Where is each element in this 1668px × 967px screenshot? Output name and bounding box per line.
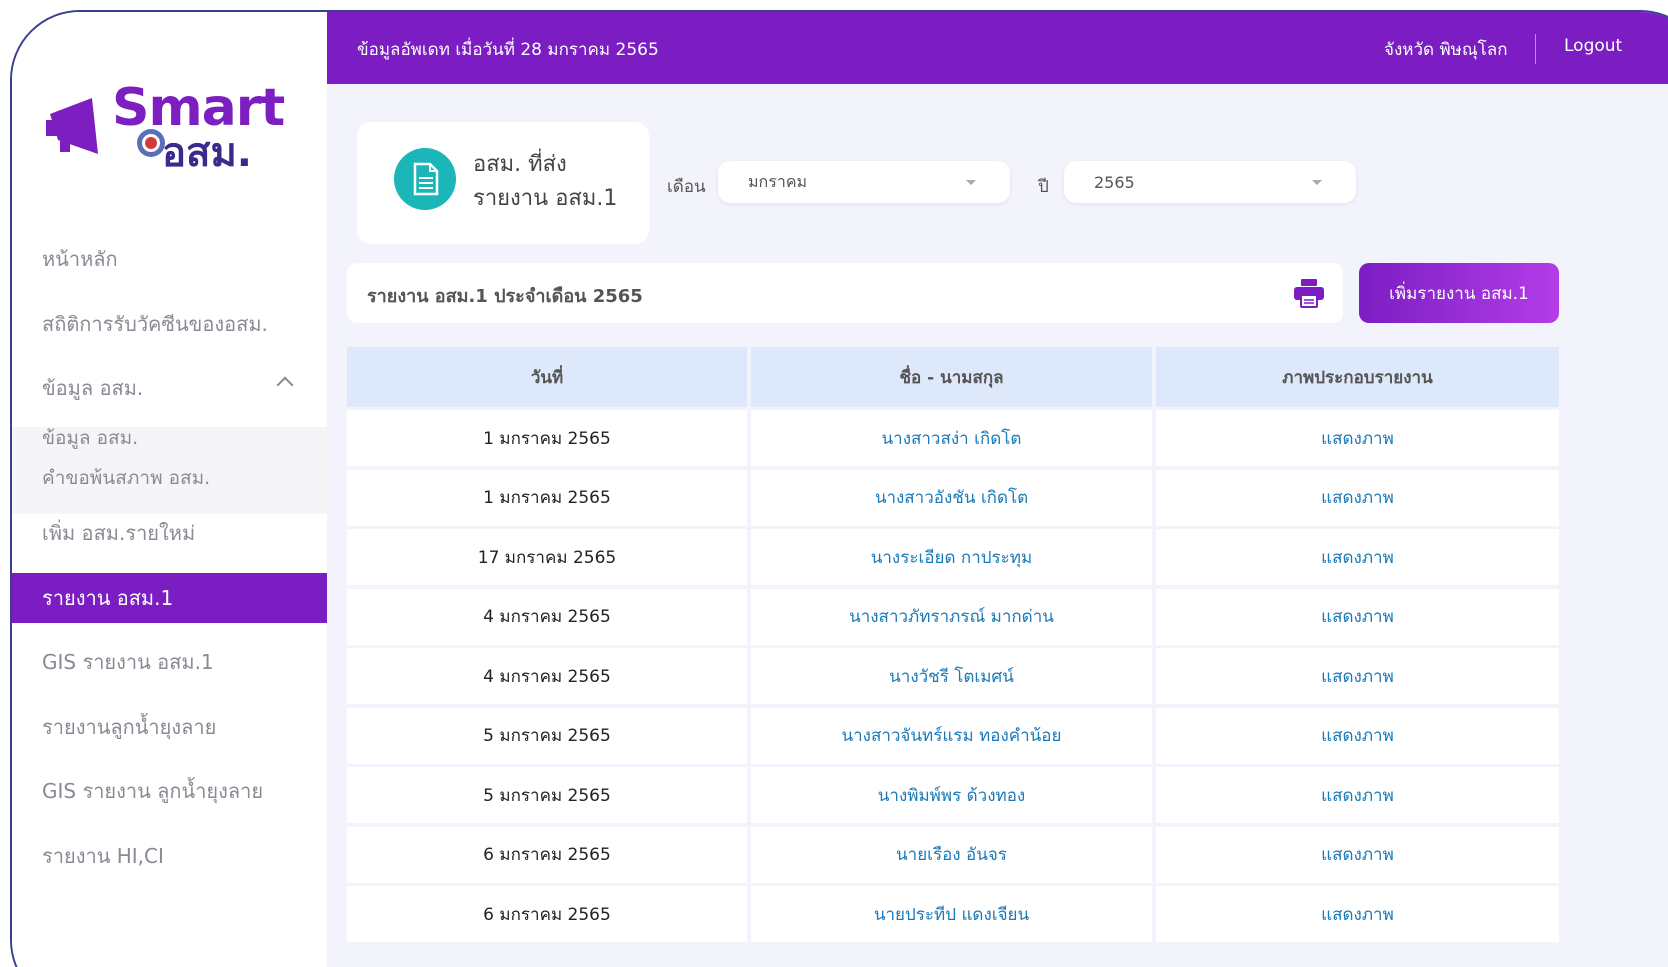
date-cell: 4 มกราคม 2565	[347, 588, 747, 645]
table-header: วันที่ ชื่อ - นามสกุล ภาพประกอบรายงาน	[347, 347, 1559, 407]
update-text: ข้อมูลอัพเดท เมื่อวันที่ 28 มกราคม 2565	[357, 40, 659, 60]
name-link[interactable]: นางระเอียด กาประทุม	[751, 529, 1152, 585]
table-row: 1 มกราคม 2565 นางสาวอังชัน เกิดโต แสดงภาพ	[347, 469, 1559, 526]
sidebar-item-add-osm[interactable]: เพิ่ม อสม.รายใหม่	[12, 508, 327, 558]
logout-link[interactable]: Logout	[1564, 36, 1622, 56]
column-header-image: ภาพประกอบรายงาน	[1156, 347, 1559, 407]
name-link[interactable]: นางสาวสง่า เกิดโต	[751, 410, 1152, 466]
name-link[interactable]: นางวัชรี โตเมศน์	[751, 648, 1152, 704]
name-link[interactable]: นางสาวจันทร์แรม ทองคำน้อย	[751, 707, 1152, 764]
name-link[interactable]: นางพิมพ์พร ด้วงทอง	[751, 767, 1152, 823]
show-image-link[interactable]: แสดงภาพ	[1156, 529, 1559, 585]
month-label: เดือน	[667, 177, 706, 197]
show-image-link[interactable]: แสดงภาพ	[1156, 707, 1559, 764]
summary-card: อสม. ที่ส่ง รายงาน อสม.1	[357, 122, 649, 244]
show-image-link[interactable]: แสดงภาพ	[1156, 767, 1559, 823]
report-title: รายงาน อสม.1 ประจำเดือน 2565	[367, 286, 643, 307]
card-title: อสม. ที่ส่ง รายงาน อสม.1	[473, 148, 643, 216]
table-row: 5 มกราคม 2565 นางสาวจันทร์แรม ทองคำน้อย แส…	[347, 707, 1559, 764]
column-header-name: ชื่อ - นามสกุล	[751, 347, 1152, 407]
document-icon	[394, 148, 456, 210]
add-report-button[interactable]: เพิ่มรายงาน อสม.1	[1359, 263, 1559, 323]
province-label[interactable]: จังหวัด พิษณุโลก	[1384, 36, 1507, 63]
sidebar: Smart อสม. หน้าหลัก สถิติการรับวัคซีนของ…	[12, 12, 327, 967]
sidebar-item-vaccine-stats[interactable]: สถิติการรับวัคซีนของอสม.	[12, 299, 327, 349]
name-link[interactable]: นางสาวภัทราภรณ์ มากด่าน	[751, 588, 1152, 645]
name-link[interactable]: นายประทีป แดงเจียน	[751, 886, 1152, 942]
show-image-link[interactable]: แสดงภาพ	[1156, 826, 1559, 883]
date-cell: 6 มกราคม 2565	[347, 886, 747, 942]
date-cell: 1 มกราคม 2565	[347, 469, 747, 526]
divider	[1535, 34, 1536, 64]
table-row: 5 มกราคม 2565 นางพิมพ์พร ด้วงทอง แสดงภาพ	[347, 767, 1559, 823]
card-title-line1: อสม. ที่ส่ง	[473, 152, 567, 177]
table-row: 4 มกราคม 2565 นางวัชรี โตเมศน์ แสดงภาพ	[347, 648, 1559, 704]
show-image-link[interactable]: แสดงภาพ	[1156, 886, 1559, 942]
name-link[interactable]: นายเรือง อันจร	[751, 826, 1152, 883]
date-cell: 5 มกราคม 2565	[347, 707, 747, 764]
table-row: 17 มกราคม 2565 นางระเอียด กาประทุม แสดงภาพ	[347, 529, 1559, 585]
sidebar-item-osm-info[interactable]: ข้อมูล อสม.	[12, 363, 327, 413]
sidebar-item-gis-report[interactable]: GIS รายงาน อสม.1	[12, 637, 327, 687]
chevron-down-icon	[1312, 180, 1322, 185]
show-image-link[interactable]: แสดงภาพ	[1156, 648, 1559, 704]
logo-text-osm: อสม.	[162, 130, 252, 176]
year-value: 2565	[1094, 172, 1135, 192]
table-row: 6 มกราคม 2565 นายประทีป แดงเจียน แสดงภาพ	[347, 886, 1559, 942]
name-link[interactable]: นางสาวอังชัน เกิดโต	[751, 469, 1152, 526]
app-frame: Smart อสม. หน้าหลัก สถิติการรับวัคซีนของ…	[10, 10, 1668, 967]
sidebar-subitem-resignation[interactable]: คำขอพ้นสภาพ อสม.	[42, 463, 210, 493]
card-title-line2: รายงาน อสม.1	[473, 186, 618, 211]
date-cell: 6 มกราคม 2565	[347, 826, 747, 883]
sidebar-item-home[interactable]: หน้าหลัก	[12, 234, 327, 284]
date-cell: 1 มกราคม 2565	[347, 410, 747, 466]
year-select[interactable]: 2565	[1064, 161, 1356, 203]
year-label: ปี	[1038, 177, 1049, 197]
sidebar-item-label: ข้อมูล อสม.	[42, 376, 144, 400]
sidebar-submenu: ข้อมูล อสม. คำขอพ้นสภาพ อสม.	[12, 427, 327, 514]
sidebar-item-gis-larva[interactable]: GIS รายงาน ลูกน้ำยุงลาย	[12, 766, 327, 816]
chevron-down-icon	[966, 180, 976, 185]
show-image-link[interactable]: แสดงภาพ	[1156, 410, 1559, 466]
smart-osm-logo[interactable]: Smart อสม.	[42, 78, 285, 178]
sidebar-item-larva-report[interactable]: รายงานลูกน้ำยุงลาย	[12, 702, 327, 752]
date-cell: 5 มกราคม 2565	[347, 767, 747, 823]
show-image-link[interactable]: แสดงภาพ	[1156, 588, 1559, 645]
date-cell: 4 มกราคม 2565	[347, 648, 747, 704]
date-cell: 17 มกราคม 2565	[347, 529, 747, 585]
top-bar: ข้อมูลอัพเดท เมื่อวันที่ 28 มกราคม 2565 …	[327, 12, 1668, 84]
sidebar-subitem-osm-info[interactable]: ข้อมูล อสม.	[42, 423, 138, 453]
sidebar-item-hici[interactable]: รายงาน HI,CI	[12, 831, 327, 881]
show-image-link[interactable]: แสดงภาพ	[1156, 469, 1559, 526]
sidebar-item-report-osm1[interactable]: รายงาน อสม.1	[12, 573, 327, 623]
table-row: 6 มกราคม 2565 นายเรือง อันจร แสดงภาพ	[347, 826, 1559, 883]
month-select[interactable]: มกราคม	[718, 161, 1010, 203]
chevron-up-icon	[276, 376, 294, 394]
column-header-date: วันที่	[347, 347, 747, 407]
month-value: มกราคม	[748, 171, 808, 191]
table-row: 4 มกราคม 2565 นางสาวภัทราภรณ์ มากด่าน แสดง…	[347, 588, 1559, 645]
print-icon[interactable]	[1293, 278, 1325, 308]
report-title-bar: รายงาน อสม.1 ประจำเดือน 2565	[347, 263, 1343, 323]
table-row: 1 มกราคม 2565 นางสาวสง่า เกิดโต แสดงภาพ	[347, 410, 1559, 466]
